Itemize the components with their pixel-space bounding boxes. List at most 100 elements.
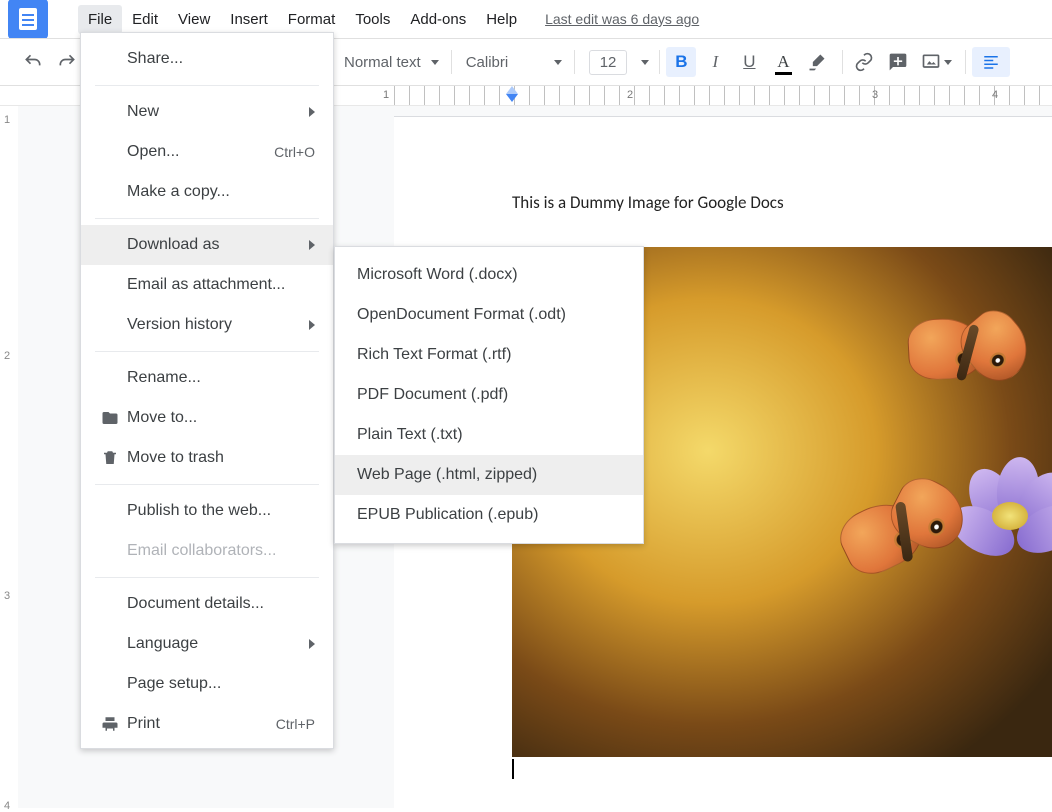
- font-family-label: Calibri: [466, 54, 509, 71]
- insert-link-button[interactable]: [849, 47, 879, 77]
- chevron-right-icon: [309, 240, 315, 250]
- menu-shortcut: Ctrl+P: [276, 716, 315, 732]
- text-color-button[interactable]: A: [768, 47, 798, 77]
- menu-edit[interactable]: Edit: [122, 5, 168, 34]
- menu-file[interactable]: File: [78, 5, 122, 34]
- menu-separator: [95, 218, 319, 219]
- menu-item-label: Print: [127, 715, 276, 733]
- file-menu-publish-web[interactable]: Publish to the web...: [81, 491, 333, 531]
- download-pdf[interactable]: PDF Document (.pdf): [335, 375, 643, 415]
- menu-item-label: Page setup...: [127, 675, 315, 693]
- paragraph-style-select[interactable]: Normal text: [336, 54, 445, 71]
- submenu-item-label: Microsoft Word (.docx): [357, 266, 518, 284]
- font-family-select[interactable]: Calibri: [458, 54, 568, 71]
- menu-item-label: Move to...: [127, 409, 315, 427]
- chevron-down-icon: [431, 60, 439, 65]
- menu-help[interactable]: Help: [476, 5, 527, 34]
- menu-item-label: Share...: [127, 50, 315, 68]
- last-edit-link[interactable]: Last edit was 6 days ago: [545, 11, 699, 27]
- menu-separator: [95, 484, 319, 485]
- submenu-item-label: Rich Text Format (.rtf): [357, 346, 511, 364]
- align-left-button[interactable]: [972, 47, 1010, 77]
- download-docx[interactable]: Microsoft Word (.docx): [335, 255, 643, 295]
- file-menu-email-attachment[interactable]: Email as attachment...: [81, 265, 333, 305]
- left-indent-marker[interactable]: [506, 94, 518, 102]
- menu-item-label: Publish to the web...: [127, 502, 315, 520]
- text-cursor: [512, 759, 514, 779]
- chevron-down-icon: [944, 60, 952, 65]
- menu-item-label: Version history: [127, 316, 309, 334]
- file-menu-document-details[interactable]: Document details...: [81, 584, 333, 624]
- print-icon: [97, 715, 123, 733]
- file-menu-language[interactable]: Language: [81, 624, 333, 664]
- folder-icon: [97, 409, 123, 427]
- chevron-right-icon: [309, 107, 315, 117]
- download-rtf[interactable]: Rich Text Format (.rtf): [335, 335, 643, 375]
- menu-format[interactable]: Format: [278, 5, 346, 34]
- separator: [574, 50, 575, 74]
- file-menu-version-history[interactable]: Version history: [81, 305, 333, 345]
- menu-separator: [95, 351, 319, 352]
- file-menu-share[interactable]: Share...: [81, 39, 333, 79]
- menu-item-label: New: [127, 103, 309, 121]
- undo-button[interactable]: [18, 47, 48, 77]
- ruler-number: 1: [383, 89, 389, 101]
- menu-item-label: Email collaborators...: [127, 542, 315, 560]
- menu-shortcut: Ctrl+O: [274, 144, 315, 160]
- file-menu-email-collaborators: Email collaborators...: [81, 531, 333, 571]
- submenu-item-label: Plain Text (.txt): [357, 426, 463, 444]
- file-menu-make-copy[interactable]: Make a copy...: [81, 172, 333, 212]
- file-menu-open[interactable]: Open... Ctrl+O: [81, 132, 333, 172]
- download-odt[interactable]: OpenDocument Format (.odt): [335, 295, 643, 335]
- paragraph-style-label: Normal text: [344, 54, 421, 71]
- submenu-item-label: OpenDocument Format (.odt): [357, 306, 566, 324]
- menu-insert[interactable]: Insert: [220, 5, 278, 34]
- download-html[interactable]: Web Page (.html, zipped): [335, 455, 643, 495]
- menu-item-label: Make a copy...: [127, 183, 315, 201]
- submenu-item-label: Web Page (.html, zipped): [357, 466, 537, 484]
- file-menu-print[interactable]: Print Ctrl+P: [81, 704, 333, 744]
- docs-logo[interactable]: [8, 0, 48, 39]
- italic-button[interactable]: I: [700, 47, 730, 77]
- menu-item-label: Open...: [127, 143, 274, 161]
- vruler-number: 3: [4, 590, 10, 602]
- separator: [659, 50, 660, 74]
- file-menu-new[interactable]: New: [81, 92, 333, 132]
- menu-item-label: Document details...: [127, 595, 315, 613]
- file-menu-move-to[interactable]: Move to...: [81, 398, 333, 438]
- download-txt[interactable]: Plain Text (.txt): [335, 415, 643, 455]
- chevron-down-icon: [554, 60, 562, 65]
- chevron-down-icon: [641, 60, 649, 65]
- vruler-number: 1: [4, 114, 10, 126]
- separator: [965, 50, 966, 74]
- download-epub[interactable]: EPUB Publication (.epub): [335, 495, 643, 535]
- insert-image-button[interactable]: [917, 47, 955, 77]
- add-comment-button[interactable]: [883, 47, 913, 77]
- font-size-value[interactable]: 12: [589, 50, 628, 75]
- menu-view[interactable]: View: [168, 5, 220, 34]
- chevron-right-icon: [309, 320, 315, 330]
- menu-item-label: Download as: [127, 236, 309, 254]
- file-menu-dropdown: Share... New Open... Ctrl+O Make a copy.…: [80, 32, 334, 749]
- highlight-button[interactable]: [802, 47, 832, 77]
- underline-button[interactable]: U: [734, 47, 764, 77]
- submenu-item-label: PDF Document (.pdf): [357, 386, 508, 404]
- menu-addons[interactable]: Add-ons: [400, 5, 476, 34]
- file-menu-page-setup[interactable]: Page setup...: [81, 664, 333, 704]
- menu-tools[interactable]: Tools: [345, 5, 400, 34]
- menu-item-label: Rename...: [127, 369, 315, 387]
- separator: [451, 50, 452, 74]
- file-menu-move-to-trash[interactable]: Move to trash: [81, 438, 333, 478]
- first-line-indent-marker[interactable]: [506, 86, 518, 94]
- file-menu-rename[interactable]: Rename...: [81, 358, 333, 398]
- font-size-control[interactable]: 12: [585, 50, 650, 75]
- document-body-text[interactable]: This is a Dummy Image for Google Docs: [512, 192, 784, 213]
- file-menu-download-as[interactable]: Download as: [81, 225, 333, 265]
- separator: [842, 50, 843, 74]
- redo-button[interactable]: [52, 47, 82, 77]
- chevron-right-icon: [309, 639, 315, 649]
- menu-separator: [95, 577, 319, 578]
- vruler-number: 2: [4, 350, 10, 362]
- submenu-item-label: EPUB Publication (.epub): [357, 506, 538, 524]
- bold-button[interactable]: B: [666, 47, 696, 77]
